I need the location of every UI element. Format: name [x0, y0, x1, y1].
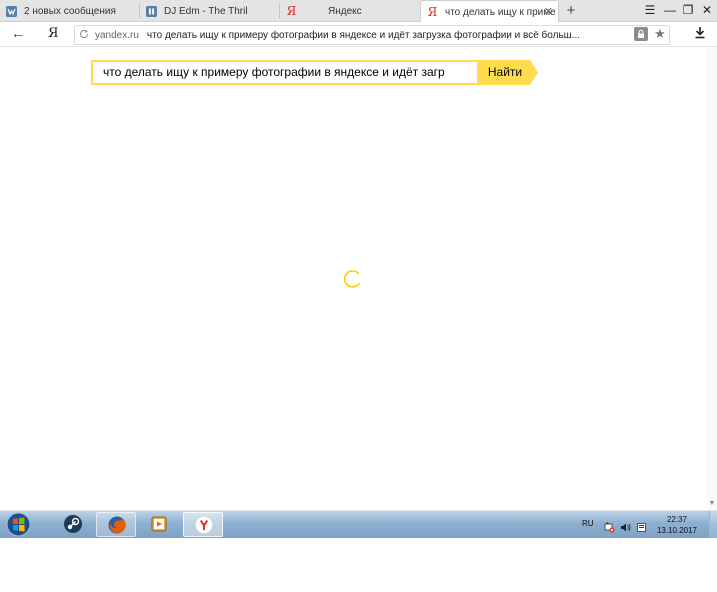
yandex-icon: Я: [286, 4, 297, 18]
taskbar: RU 22:37 13.10.2017: [0, 510, 717, 538]
vk-icon: [6, 5, 17, 17]
back-button[interactable]: ←: [11, 25, 25, 41]
media-player-icon: [151, 516, 167, 532]
tab-music[interactable]: DJ Edm - The Thril: [140, 0, 280, 22]
system-clock[interactable]: 22:37 13.10.2017: [652, 514, 702, 536]
start-button[interactable]: [5, 512, 32, 537]
refresh-icon[interactable]: [79, 29, 91, 42]
search-button[interactable]: Найти: [477, 60, 538, 85]
tab-title: DJ Edm - The Thril: [164, 5, 248, 17]
clock-time: 22:37: [666, 515, 688, 524]
show-desktop-button[interactable]: [709, 511, 717, 538]
loading-spinner-icon: [343, 270, 361, 288]
taskbar-steam[interactable]: [53, 512, 93, 537]
tab-strip: 2 новых сообщения DJ Edm - The Thril Я Я…: [0, 0, 717, 23]
lock-icon[interactable]: [634, 27, 648, 41]
close-tab-icon[interactable]: ✕: [544, 5, 553, 18]
action-center-icon[interactable]: [636, 522, 647, 533]
pause-icon: [146, 5, 157, 17]
taskbar-media-player[interactable]: [139, 512, 179, 537]
tab-yandex[interactable]: Я Яндекс: [280, 0, 420, 22]
network-error-icon[interactable]: [604, 522, 615, 533]
tab-title: 2 новых сообщения: [24, 5, 116, 17]
search-input[interactable]: что делать ищу к примеру фотографии в ян…: [91, 60, 478, 85]
tab-vk[interactable]: 2 новых сообщения: [0, 0, 140, 22]
download-icon[interactable]: [694, 26, 706, 42]
menu-icon[interactable]: ☰: [643, 3, 657, 17]
address-row: ← Я yandex.ru что делать ищу к примеру ф…: [0, 22, 717, 47]
browser-window: 2 новых сообщения DJ Edm - The Thril Я Я…: [0, 0, 717, 592]
yandex-browser-icon: [195, 516, 213, 534]
clock-date: 13.10.2017: [656, 526, 698, 535]
search-button-label: Найти: [487, 65, 523, 79]
taskbar-yandex-browser[interactable]: [183, 512, 223, 537]
tab-search-active[interactable]: Я что делать ищу к приме ✕: [420, 0, 559, 23]
close-window-button[interactable]: ✕: [700, 3, 714, 17]
address-bar[interactable]: yandex.ru что делать ищу к примеру фотог…: [74, 25, 670, 45]
scroll-down-arrow-icon[interactable]: ▼: [708, 500, 716, 508]
steam-icon: [64, 515, 82, 533]
language-indicator[interactable]: RU: [582, 519, 594, 528]
yandex-icon: Я: [427, 5, 438, 19]
address-domain: yandex.ru: [95, 29, 139, 41]
new-tab-button[interactable]: +: [562, 1, 580, 21]
minimize-button[interactable]: —: [663, 3, 677, 17]
address-query: что делать ищу к примеру фотографии в ян…: [146, 29, 581, 41]
tab-title: что делать ищу к приме: [445, 6, 555, 18]
scrollbar[interactable]: [707, 47, 717, 510]
taskbar-firefox[interactable]: [96, 512, 136, 537]
yandex-home-button[interactable]: Я: [48, 26, 59, 41]
restore-button[interactable]: ❐: [681, 3, 695, 17]
firefox-icon: [108, 516, 126, 534]
bookmark-star-icon[interactable]: ★: [654, 26, 666, 42]
tab-title: Яндекс: [328, 5, 362, 17]
volume-icon[interactable]: [620, 522, 631, 533]
